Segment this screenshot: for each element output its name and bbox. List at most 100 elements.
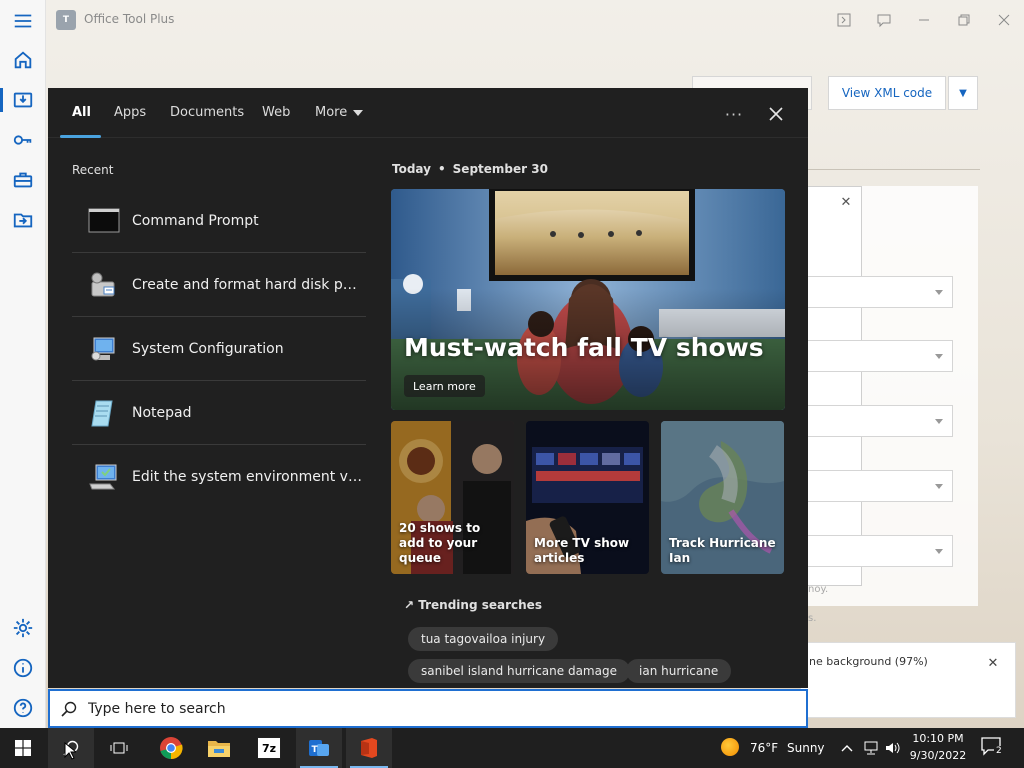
close-search-icon[interactable] <box>764 102 788 126</box>
show-hidden-icons-icon[interactable] <box>838 739 856 757</box>
volume-icon[interactable] <box>884 739 902 757</box>
feedback-icon[interactable] <box>872 8 896 32</box>
today-separator: • <box>437 162 446 176</box>
notification-count: 2 <box>994 746 1004 756</box>
weather-condition[interactable]: Sunny <box>787 741 825 755</box>
mouse-cursor-icon <box>64 742 76 760</box>
progress-toast: ne background (97%) ✕ <box>800 642 1016 718</box>
weather-temperature[interactable]: 76°F <box>750 741 778 755</box>
caret-down-icon <box>353 109 364 116</box>
chrome-icon <box>160 737 183 760</box>
deploy-icon[interactable] <box>10 87 36 113</box>
dropdown-2[interactable] <box>808 340 953 372</box>
recent-item-label: Command Prompt <box>132 213 259 229</box>
trending-chip-3[interactable]: ian hurricane <box>626 659 732 683</box>
recent-item-label: Create and format hard disk parti... <box>132 277 364 293</box>
today-heading: Today • September 30 <box>392 162 548 176</box>
taskbar-search-box[interactable] <box>48 689 808 728</box>
file-explorer-button[interactable] <box>196 728 242 768</box>
more-options-icon[interactable]: ··· <box>722 102 746 126</box>
app-divider <box>808 169 980 170</box>
search-tabs: All Apps Documents Web More ··· <box>48 88 808 138</box>
recent-item-notepad[interactable]: Notepad <box>72 381 366 445</box>
toolbox-icon[interactable] <box>10 167 36 193</box>
trending-chip-2[interactable]: sanibel island hurricane damage <box>408 659 630 683</box>
trending-arrow-icon: ↗ <box>404 598 415 612</box>
help-icon[interactable] <box>10 695 36 721</box>
task-view-button[interactable] <box>96 728 142 768</box>
clock-time[interactable]: 10:10 PM <box>908 732 968 745</box>
card-caption: More TV show articles <box>534 536 630 565</box>
tab-web[interactable]: Web <box>262 105 290 120</box>
office-tool-plus-button[interactable]: T <box>296 728 342 768</box>
tab-more-label: More <box>315 105 348 120</box>
info-icon[interactable] <box>10 655 36 681</box>
hero-card-fall-tv[interactable]: Must-watch fall TV shows Learn more <box>391 189 785 410</box>
chrome-button[interactable] <box>148 728 194 768</box>
restore-icon[interactable] <box>952 8 976 32</box>
close-window-icon[interactable] <box>992 8 1016 32</box>
home-icon[interactable] <box>10 47 36 73</box>
sunny-weather-icon[interactable] <box>721 738 739 756</box>
tab-documents[interactable]: Documents <box>170 105 244 120</box>
office-button[interactable] <box>346 728 392 768</box>
disk-management-icon <box>91 272 115 297</box>
learn-more-button[interactable]: Learn more <box>404 375 485 397</box>
recent-item-system-configuration[interactable]: System Configuration <box>72 317 366 381</box>
toast-close-icon[interactable]: ✕ <box>983 653 1003 673</box>
card-caption: Track Hurricane Ian <box>669 536 776 565</box>
trending-heading: ↗ Trending searches <box>404 598 542 612</box>
dropdown-3[interactable] <box>808 405 953 437</box>
windows-search-panel: All Apps Documents Web More ··· Recent C… <box>48 88 808 688</box>
toast-text: ne background (97%) <box>809 655 928 668</box>
office-tool-plus-icon: T <box>309 740 329 756</box>
dropdown-1[interactable] <box>808 276 953 308</box>
7zip-icon: 7z <box>257 737 281 759</box>
start-button[interactable] <box>0 728 46 768</box>
trending-chip-1[interactable]: tua tagovailoa injury <box>408 627 559 651</box>
7zip-button[interactable]: 7z <box>246 728 292 768</box>
news-card-hurricane[interactable]: Track Hurricane Ian <box>661 421 784 574</box>
system-configuration-icon <box>91 337 115 361</box>
active-tab-indicator <box>60 135 101 138</box>
dropdown-5[interactable] <box>808 535 953 567</box>
hero-title: Must-watch fall TV shows <box>404 333 764 362</box>
dialog-close-icon[interactable]: ✕ <box>836 192 856 212</box>
news-card-shows[interactable]: 20 shows to add to your queue <box>391 421 514 574</box>
recent-item-disk-management[interactable]: Create and format hard disk parti... <box>72 253 366 317</box>
tab-all[interactable]: All <box>72 105 91 120</box>
hamburger-menu-icon[interactable] <box>10 8 36 34</box>
convert-folder-icon[interactable] <box>10 207 36 233</box>
today-label: Today <box>392 162 431 176</box>
app-titlebar: T Office Tool Plus <box>46 0 1024 40</box>
news-card-more-tv[interactable]: More TV show articles <box>526 421 649 574</box>
settings-icon[interactable] <box>10 615 36 641</box>
command-prompt-icon <box>88 208 120 233</box>
today-date: September 30 <box>452 162 548 176</box>
notification-center-button[interactable]: 2 <box>980 736 1010 760</box>
clock-date[interactable]: 9/30/2022 <box>908 749 968 762</box>
key-icon[interactable] <box>10 127 36 153</box>
search-input[interactable] <box>88 697 788 721</box>
tab-more[interactable]: More <box>315 105 364 120</box>
tab-apps[interactable]: Apps <box>114 105 146 120</box>
file-explorer-icon <box>208 741 230 757</box>
recent-item-label: Notepad <box>132 405 192 421</box>
recent-item-environment-variables[interactable]: Edit the system environment vari... <box>72 445 366 509</box>
minimize-icon[interactable] <box>912 8 936 32</box>
notepad-icon <box>91 400 113 427</box>
xml-dropdown-button[interactable]: ▼ <box>948 76 978 110</box>
dropdown-4[interactable] <box>808 470 953 502</box>
sidebar-active-indicator <box>0 88 3 112</box>
taskbar: 7z T 76°F Sunny 10:10 PM 9/30/2022 2 <box>0 728 1024 768</box>
recent-item-command-prompt[interactable]: Command Prompt <box>72 189 366 253</box>
dialog-box <box>808 186 862 586</box>
svg-text:T: T <box>312 745 319 755</box>
view-xml-code-button[interactable]: View XML code <box>828 76 946 110</box>
system-properties-icon <box>89 464 117 490</box>
start-icon <box>15 740 31 756</box>
terminal-icon[interactable] <box>832 8 856 32</box>
network-icon[interactable] <box>862 739 880 757</box>
app-logo: T <box>56 10 76 30</box>
app-sidebar <box>0 0 46 728</box>
